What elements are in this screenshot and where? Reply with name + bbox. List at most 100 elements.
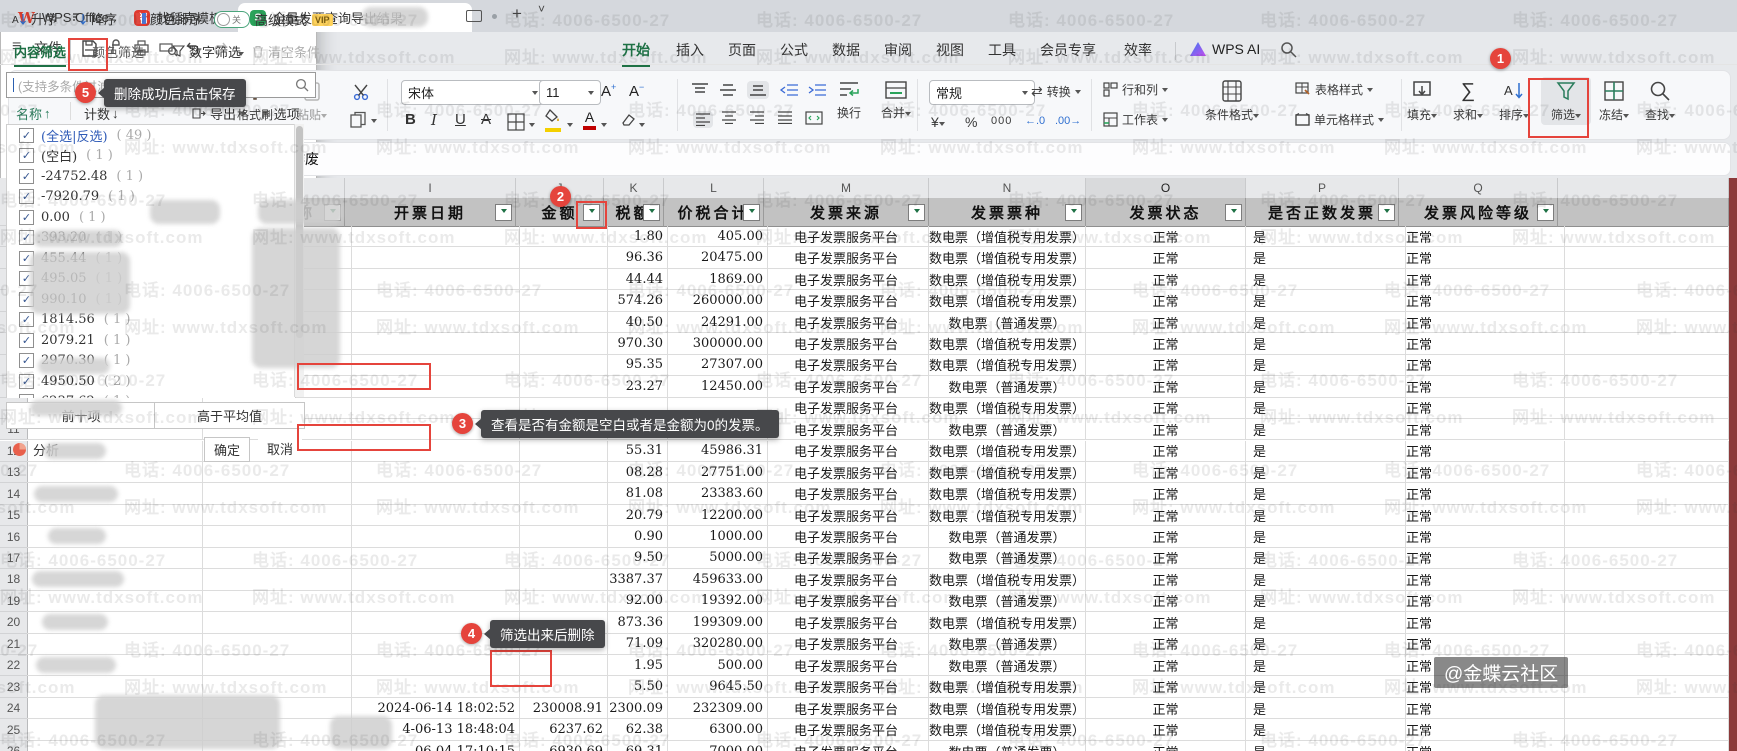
cell-Q14[interactable]: 正常: [1399, 483, 1565, 504]
cell[interactable]: [1558, 355, 1729, 376]
cell-G19[interactable]: [27, 591, 203, 612]
cell-M2[interactable]: 电子发票服务平台: [764, 226, 929, 247]
cell-L13[interactable]: 27751.00: [664, 462, 768, 483]
cell-N22[interactable]: 数电票（普通发票）: [929, 655, 1086, 676]
cell[interactable]: [1558, 676, 1729, 697]
cell-M18[interactable]: 电子发票服务平台: [764, 569, 929, 590]
column-letter-K[interactable]: K: [604, 178, 664, 198]
cell-P11[interactable]: 是: [1246, 419, 1406, 440]
align-left-icon[interactable]: [693, 111, 713, 128]
italic-button[interactable]: I: [431, 111, 437, 129]
align-right-icon[interactable]: [749, 111, 765, 124]
cell-M10[interactable]: 电子发票服务平台: [764, 398, 929, 419]
cell-Q3[interactable]: 正常: [1399, 247, 1565, 268]
checkbox-icon[interactable]: ✓: [19, 169, 34, 184]
cell-L9[interactable]: 12450.00: [664, 376, 768, 397]
cell-O7[interactable]: 正常: [1086, 333, 1246, 354]
increase-decimal-button[interactable]: ←.0: [1025, 115, 1045, 127]
row-number-17[interactable]: 17: [0, 548, 28, 569]
cell-L24[interactable]: 232309.00: [664, 698, 768, 719]
cell-H21[interactable]: [196, 634, 352, 655]
cell-N4[interactable]: 数电票（增值税专用发票）: [929, 269, 1086, 290]
filter-value-item[interactable]: ✓(空白)( 1 ): [7, 146, 295, 167]
checkbox-icon[interactable]: ✓: [19, 312, 34, 327]
menu-tab-review[interactable]: 审阅: [884, 40, 912, 64]
row-number-16[interactable]: 16: [0, 526, 28, 547]
cell-N23[interactable]: 数电票（增值税专用发票）: [929, 676, 1086, 697]
cell[interactable]: [1558, 312, 1729, 333]
cell-J17[interactable]: [516, 548, 608, 569]
cell-J14[interactable]: [516, 483, 608, 504]
cell-J16[interactable]: [516, 526, 608, 547]
row-number-19[interactable]: 19: [0, 591, 28, 612]
increase-font-button[interactable]: A+: [601, 82, 616, 100]
cell-P12[interactable]: 是: [1246, 441, 1406, 462]
cell[interactable]: [1558, 290, 1729, 311]
cell-H20[interactable]: [196, 612, 352, 633]
cell-O14[interactable]: 正常: [1086, 483, 1246, 504]
cell-N5[interactable]: 数电票（增值税专用发票）: [929, 290, 1086, 311]
cell-I7[interactable]: [345, 333, 520, 354]
column-letter-r[interactable]: [1558, 178, 1729, 198]
row-number-23[interactable]: 23: [0, 676, 28, 697]
cell-N9[interactable]: 数电票（普通发票）: [929, 376, 1086, 397]
thousands-format-button[interactable]: 000: [991, 115, 1012, 127]
cell-N13[interactable]: 数电票（增值税专用发票）: [929, 462, 1086, 483]
cell-L8[interactable]: 27307.00: [664, 355, 768, 376]
cell-P2[interactable]: 是: [1246, 226, 1406, 247]
cell-L16[interactable]: 1000.00: [664, 526, 768, 547]
cell[interactable]: [1558, 548, 1729, 569]
cell-P7[interactable]: 是: [1246, 333, 1406, 354]
cell-O2[interactable]: 正常: [1086, 226, 1246, 247]
cell-G21[interactable]: [27, 634, 203, 655]
cell-P19[interactable]: 是: [1246, 591, 1406, 612]
cell-Q11[interactable]: 正常: [1399, 419, 1565, 440]
cell-J8[interactable]: [516, 355, 608, 376]
cell-K22[interactable]: 1.95: [604, 655, 668, 676]
checkbox-icon[interactable]: ✓: [19, 148, 34, 163]
font-size-select[interactable]: 11: [539, 80, 601, 105]
cell-L20[interactable]: 199309.00: [664, 612, 768, 633]
cell-J25[interactable]: 6237.62: [516, 719, 608, 740]
header-filter-button-P[interactable]: [1378, 204, 1395, 221]
cell-Q20[interactable]: 正常: [1399, 612, 1565, 633]
cell-K18[interactable]: 3387.37: [604, 569, 668, 590]
cell-O9[interactable]: 正常: [1086, 376, 1246, 397]
cell-N24[interactable]: 数电票（增值税专用发票）: [929, 698, 1086, 719]
fill-button[interactable]: 填充: [1407, 79, 1437, 123]
cell-N16[interactable]: 数电票（普通发票）: [929, 526, 1086, 547]
cell-O17[interactable]: 正常: [1086, 548, 1246, 569]
cell-P20[interactable]: 是: [1246, 612, 1406, 633]
cell-N21[interactable]: 数电票（普通发票）: [929, 634, 1086, 655]
fill-color-chevron-icon[interactable]: [567, 123, 573, 130]
cell[interactable]: [1558, 269, 1729, 290]
cell-M11[interactable]: 电子发票服务平台: [764, 419, 929, 440]
cell-O11[interactable]: 正常: [1086, 419, 1246, 440]
cell[interactable]: [1558, 398, 1729, 419]
underline-button[interactable]: U: [455, 111, 466, 128]
cell[interactable]: [1558, 741, 1729, 751]
cell-M7[interactable]: 电子发票服务平台: [764, 333, 929, 354]
cell-P25[interactable]: 是: [1246, 719, 1406, 740]
freeze-button[interactable]: 冻结: [1599, 79, 1629, 123]
cell-Q24[interactable]: 正常: [1399, 698, 1565, 719]
cell-M14[interactable]: 电子发票服务平台: [764, 483, 929, 504]
cell-P10[interactable]: 是: [1246, 398, 1406, 419]
cell-P23[interactable]: 是: [1246, 676, 1406, 697]
cell-K14[interactable]: 81.08: [604, 483, 668, 504]
cell-K19[interactable]: 92.00: [604, 591, 668, 612]
font-color-chevron-icon[interactable]: [601, 123, 607, 130]
convert-button[interactable]: ⇄ 转换: [1031, 83, 1081, 100]
cell-P14[interactable]: 是: [1246, 483, 1406, 504]
cell-L2[interactable]: 405.00: [664, 226, 768, 247]
cell-I6[interactable]: [345, 312, 520, 333]
cell-H15[interactable]: [196, 505, 352, 526]
eraser-button[interactable]: [617, 113, 635, 127]
cell-Q15[interactable]: 正常: [1399, 505, 1565, 526]
bold-button[interactable]: B: [405, 111, 416, 128]
cell-Q10[interactable]: 正常: [1399, 398, 1565, 419]
cell-H17[interactable]: [196, 548, 352, 569]
tab-content-filter[interactable]: 内容筛选: [14, 42, 66, 61]
cell-O12[interactable]: 正常: [1086, 441, 1246, 462]
cell-I18[interactable]: [345, 569, 520, 590]
